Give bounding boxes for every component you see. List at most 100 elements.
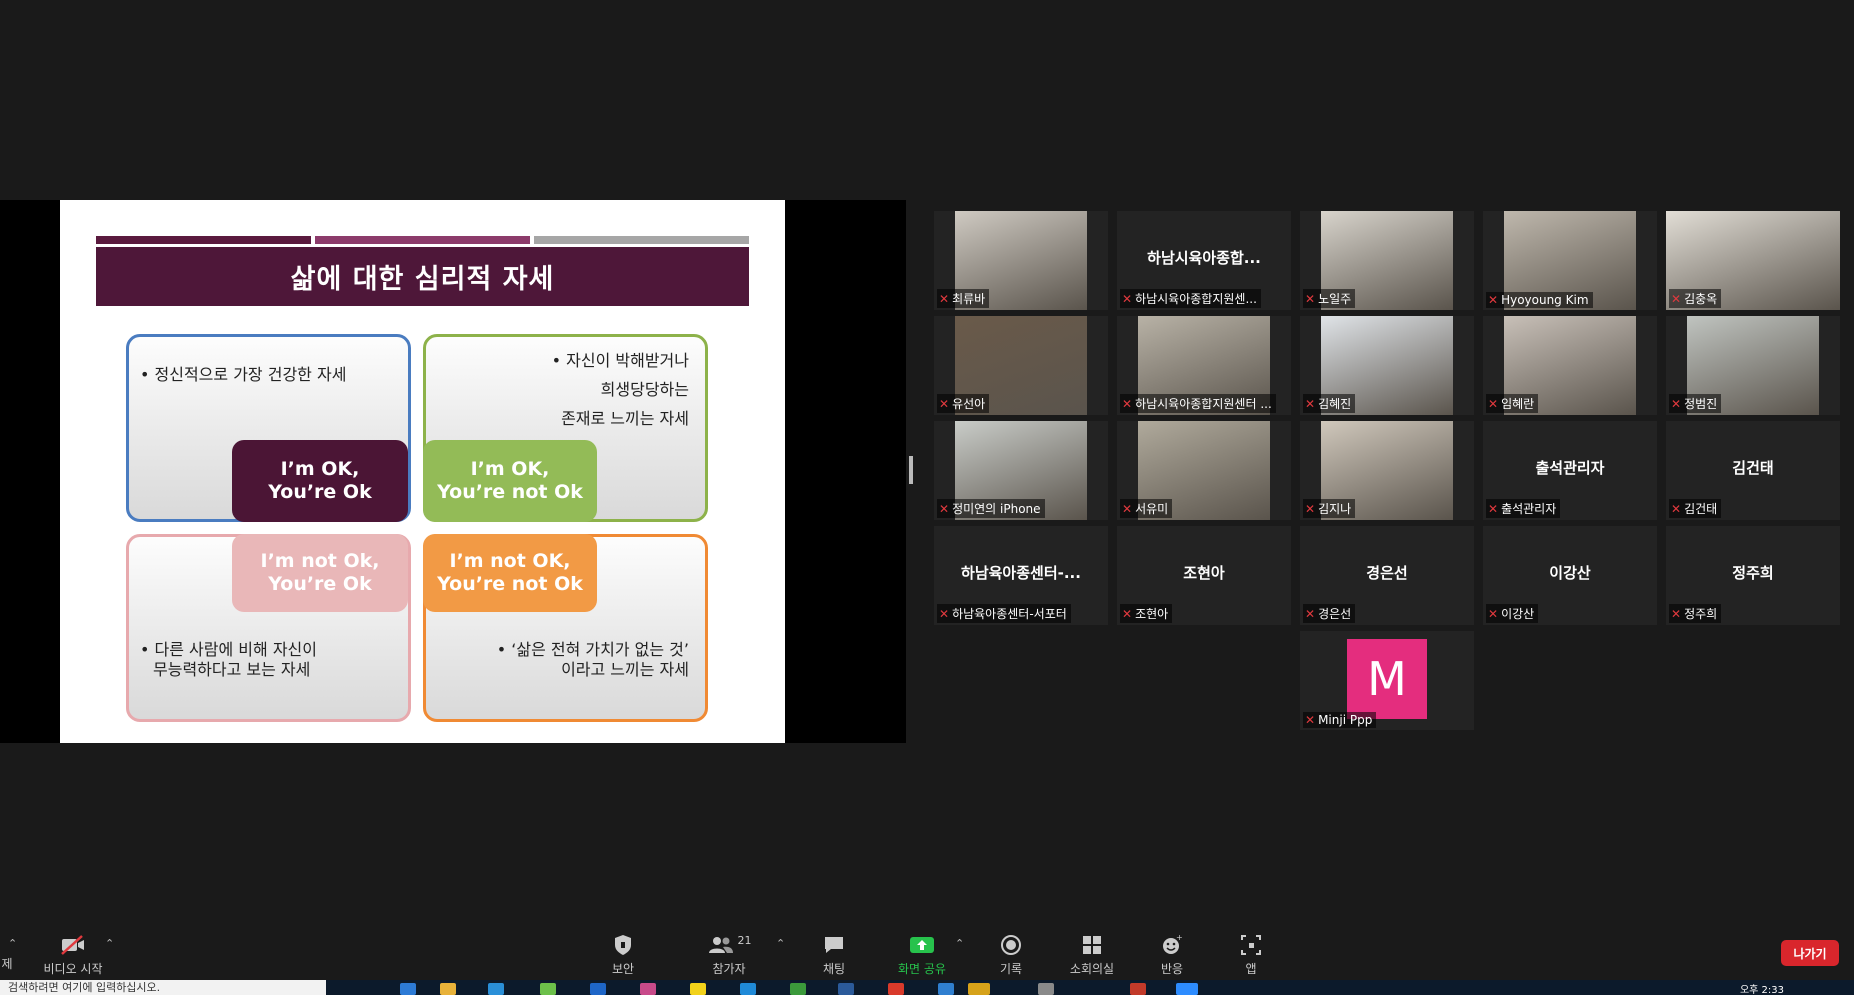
record-button[interactable]: 기록 xyxy=(966,933,1056,977)
participant-name-label: ✕ 임혜란 xyxy=(1486,394,1539,413)
participant-tile[interactable]: 출석관리자 ✕ 출석관리자 xyxy=(1483,421,1657,520)
participant-tile[interactable]: 김건태 ✕ 김건태 xyxy=(1666,421,1840,520)
q3-box-line2: You’re Ok xyxy=(268,573,372,595)
participant-name-label: ✕ 김충옥 xyxy=(1669,289,1722,308)
participant-name: 하남시육아종합지원센터 ... xyxy=(1135,397,1272,411)
taskbar-app-icon[interactable] xyxy=(640,983,656,995)
reactions-button[interactable]: + 반응 xyxy=(1127,933,1217,977)
participants-button[interactable]: 21 참가자 xyxy=(684,933,774,977)
audio-options-caret[interactable]: ⌃ xyxy=(8,937,17,950)
participant-tile[interactable]: 경은선 ✕ 경은선 xyxy=(1300,526,1474,625)
participant-display-name: 하남시육아종합... xyxy=(1147,249,1261,267)
taskbar-app-icon[interactable] xyxy=(690,983,706,995)
taskbar-app-icon[interactable] xyxy=(1130,983,1146,995)
taskbar-app-icon[interactable] xyxy=(838,983,854,995)
participant-tile[interactable]: 하남육아종센터-... ✕ 하남육아종센터-서포터 xyxy=(934,526,1108,625)
q2-box-line2: You’re not Ok xyxy=(437,481,583,503)
taskbar-search-box[interactable]: 검색하려면 여기에 입력하십시오. xyxy=(0,980,326,995)
apps-icon xyxy=(1206,933,1296,957)
q2-line1: • 자신이 박해받거나 xyxy=(551,351,689,370)
taskbar-app-icon[interactable] xyxy=(400,983,416,995)
taskbar-zoom-icon[interactable] xyxy=(1176,983,1198,995)
mic-muted-icon: ✕ xyxy=(1305,396,1316,411)
participant-tile[interactable]: ✕ 유선아 xyxy=(934,316,1108,415)
mic-muted-icon: ✕ xyxy=(1671,291,1682,306)
participant-tile[interactable]: ✕ 노일주 xyxy=(1300,211,1474,310)
taskbar-app-icon[interactable] xyxy=(938,983,954,995)
participant-display-name: 김건태 xyxy=(1732,459,1774,477)
slide-bar-3 xyxy=(534,236,749,244)
participant-name-label: ✕ 최류바 xyxy=(937,289,990,308)
zoom-meeting-window: 삶에 대한 심리적 자세 • 정신적으로 가장 건강한 자세 I’m OK, Yo… xyxy=(0,0,1854,995)
participant-tile[interactable]: 이강산 ✕ 이강산 xyxy=(1483,526,1657,625)
participant-tile[interactable]: ✕ 정범진 xyxy=(1666,316,1840,415)
participant-name-label: ✕ 김혜진 xyxy=(1303,394,1356,413)
participant-tile[interactable]: ✕ 김충옥 xyxy=(1666,211,1840,310)
participant-name-label: ✕ 정미연의 iPhone xyxy=(937,499,1045,518)
share-screen-button[interactable]: 화면 공유 xyxy=(877,933,967,977)
mic-muted-icon: ✕ xyxy=(1671,501,1682,516)
participant-tile[interactable]: ✕ 하남시육아종합지원센터 ... xyxy=(1117,316,1291,415)
taskbar-folder-icon[interactable] xyxy=(440,983,456,995)
video-options-caret[interactable]: ⌃ xyxy=(105,937,114,950)
q4-box-line2: You’re not Ok xyxy=(437,573,583,595)
participant-tile[interactable]: ✕ 임혜란 xyxy=(1483,316,1657,415)
participant-name: 경은선 xyxy=(1318,607,1352,621)
start-video-label: 비디오 시작 xyxy=(43,962,103,976)
taskbar-app-icon[interactable] xyxy=(540,983,556,995)
q1-description: • 정신적으로 가장 건강한 자세 xyxy=(140,365,347,384)
participant-tile[interactable]: ✕ 최류바 xyxy=(934,211,1108,310)
leave-meeting-button[interactable]: 나가기 xyxy=(1781,940,1839,966)
participants-count: 21 xyxy=(737,933,752,947)
record-icon xyxy=(966,933,1056,957)
participants-options-caret[interactable]: ⌃ xyxy=(776,937,785,950)
participant-name: 하남시육아종합지원센... xyxy=(1135,292,1257,306)
participant-tile[interactable]: M ✕ Minji Ppp xyxy=(1300,631,1474,730)
participant-display-name: 이강산 xyxy=(1549,564,1591,582)
q3-description: • 다른 사람에 비해 자신이 무능력하다고 보는 자세 xyxy=(140,640,317,680)
participant-tile[interactable]: ✕ 김혜진 xyxy=(1300,316,1474,415)
participant-name-label: ✕ 출석관리자 xyxy=(1486,499,1561,518)
participant-name: 김충옥 xyxy=(1684,292,1718,306)
participant-tile[interactable]: 하남시육아종합... ✕ 하남시육아종합지원센... xyxy=(1117,211,1291,310)
q1-box-line2: You’re Ok xyxy=(268,481,372,503)
participant-tile[interactable]: ✕ Hyoyoung Kim xyxy=(1483,211,1657,310)
participant-name-label: ✕ 조현아 xyxy=(1120,604,1173,623)
mic-muted-icon: ✕ xyxy=(1305,501,1316,516)
taskbar-app-icon[interactable] xyxy=(888,983,904,995)
taskbar-app-icon[interactable] xyxy=(590,983,606,995)
taskbar-app-icon[interactable] xyxy=(488,983,504,995)
q4-line1: • ‘삶은 전혀 가치가 없는 것’ xyxy=(496,640,689,659)
q3-line2: 무능력하다고 보는 자세 xyxy=(153,660,311,679)
taskbar-clock[interactable]: 오후 2:33 xyxy=(1740,981,1784,995)
shield-icon xyxy=(578,933,668,957)
share-options-caret[interactable]: ⌃ xyxy=(955,937,964,950)
q3-line1: • 다른 사람에 비해 자신이 xyxy=(140,640,317,659)
taskbar-app-icon[interactable] xyxy=(968,983,990,995)
participant-tile[interactable]: ✕ 서유미 xyxy=(1117,421,1291,520)
participant-tile[interactable]: ✕ 정미연의 iPhone xyxy=(934,421,1108,520)
q2-line2: 희생당당하는 xyxy=(600,380,689,399)
participant-name-label: ✕ 유선아 xyxy=(937,394,990,413)
taskbar-app-icon[interactable] xyxy=(1038,983,1054,995)
participant-tile[interactable]: 조현아 ✕ 조현아 xyxy=(1117,526,1291,625)
apps-button[interactable]: 앱 xyxy=(1206,933,1296,977)
breakout-rooms-button[interactable]: 소회의실 xyxy=(1047,933,1137,977)
q2-description: • 자신이 박해받거나 희생당당하는 존재로 느끼는 자세 xyxy=(552,346,689,433)
security-button[interactable]: 보안 xyxy=(578,933,668,977)
im-not-ok-youre-not-ok-box: I’m not OK, You’re not Ok xyxy=(423,534,597,612)
breakout-rooms-icon xyxy=(1047,933,1137,957)
participant-name-label: ✕ 하남시육아종합지원센... xyxy=(1120,289,1261,308)
participant-name: 이강산 xyxy=(1501,607,1535,621)
share-screen-icon xyxy=(877,933,967,957)
participant-name: Hyoyoung Kim xyxy=(1501,293,1589,307)
q3-box-line1: I’m not Ok, xyxy=(260,550,380,572)
participant-tile[interactable]: 정주희 ✕ 정주희 xyxy=(1666,526,1840,625)
taskbar-app-icon[interactable] xyxy=(790,983,806,995)
chat-button[interactable]: 채팅 xyxy=(789,933,879,977)
mic-muted-icon: ✕ xyxy=(939,291,950,306)
participant-tile[interactable]: ✕ 김지나 xyxy=(1300,421,1474,520)
record-label: 기록 xyxy=(999,962,1023,976)
taskbar-app-icon[interactable] xyxy=(740,983,756,995)
panel-resize-handle[interactable] xyxy=(909,456,913,484)
